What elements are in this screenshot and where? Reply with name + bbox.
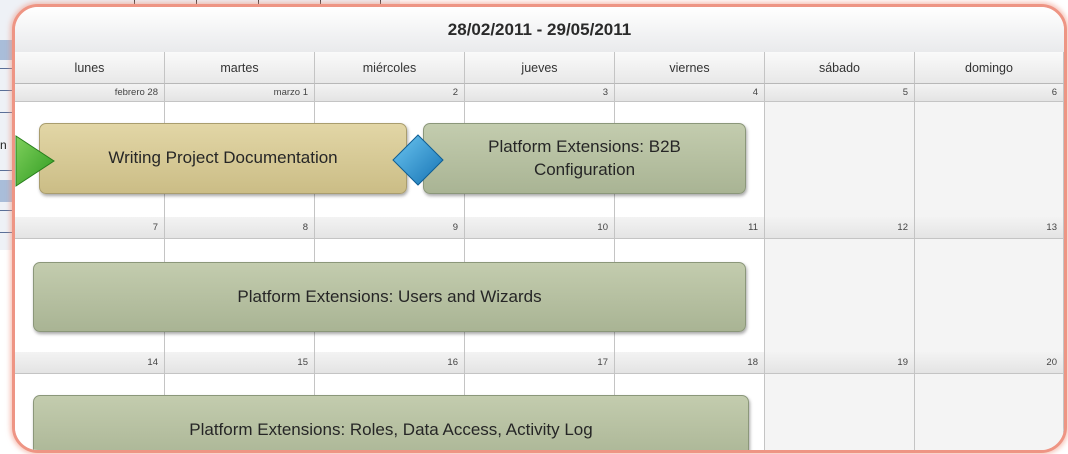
- task-b2b-configuration[interactable]: Platform Extensions: B2B Configuration: [423, 123, 746, 194]
- date-label: 4: [615, 84, 765, 102]
- date-label: febrero 28: [15, 84, 165, 102]
- day-header-monday: lunes: [15, 52, 165, 84]
- date-label: 12: [765, 217, 915, 239]
- calendar-window: 28/02/2011 - 29/05/2011 lunes martes mié…: [12, 4, 1067, 453]
- date-label: 15: [165, 352, 315, 374]
- day-cell[interactable]: [915, 374, 1064, 450]
- day-cell[interactable]: [915, 102, 1064, 217]
- day-header-sunday: domingo: [915, 52, 1064, 84]
- day-header-saturday: sábado: [765, 52, 915, 84]
- task-label: Writing Project Documentation: [108, 148, 338, 168]
- date-label: 6: [915, 84, 1064, 102]
- day-header-wednesday: miércoles: [315, 52, 465, 84]
- date-label: 3: [465, 84, 615, 102]
- task-writing-project-documentation[interactable]: Writing Project Documentation: [39, 123, 407, 194]
- date-label: 5: [765, 84, 915, 102]
- task-users-and-wizards[interactable]: Platform Extensions: Users and Wizards: [33, 262, 746, 332]
- start-arrow-icon[interactable]: [14, 134, 56, 188]
- date-label: 8: [165, 217, 315, 239]
- date-label: 17: [465, 352, 615, 374]
- date-label: 14: [15, 352, 165, 374]
- day-cell[interactable]: [765, 102, 915, 217]
- day-header-tuesday: martes: [165, 52, 315, 84]
- date-range-title: 28/02/2011 - 29/05/2011: [15, 7, 1064, 53]
- date-label: 13: [915, 217, 1064, 239]
- cell-text-fragment: n: [0, 138, 7, 152]
- day-cell[interactable]: [765, 239, 915, 352]
- task-label: Platform Extensions: B2B Configuration: [488, 137, 681, 179]
- date-label: 20: [915, 352, 1064, 374]
- day-cell[interactable]: [915, 239, 1064, 352]
- date-label: 9: [315, 217, 465, 239]
- task-label: Platform Extensions: Users and Wizards: [237, 286, 542, 306]
- date-label: 16: [315, 352, 465, 374]
- task-label: Platform Extensions: Roles, Data Access,…: [189, 419, 593, 439]
- day-header-thursday: jueves: [465, 52, 615, 84]
- date-label: 7: [15, 217, 165, 239]
- date-label: marzo 1: [165, 84, 315, 102]
- date-label: 18: [615, 352, 765, 374]
- date-label: 11: [615, 217, 765, 239]
- date-label: 19: [765, 352, 915, 374]
- date-label: 2: [315, 84, 465, 102]
- day-cell[interactable]: [765, 374, 915, 450]
- task-roles-data-access-activity-log[interactable]: Platform Extensions: Roles, Data Access,…: [33, 395, 749, 450]
- date-label: 10: [465, 217, 615, 239]
- milestone-diamond-icon[interactable]: [391, 133, 445, 187]
- day-header-friday: viernes: [615, 52, 765, 84]
